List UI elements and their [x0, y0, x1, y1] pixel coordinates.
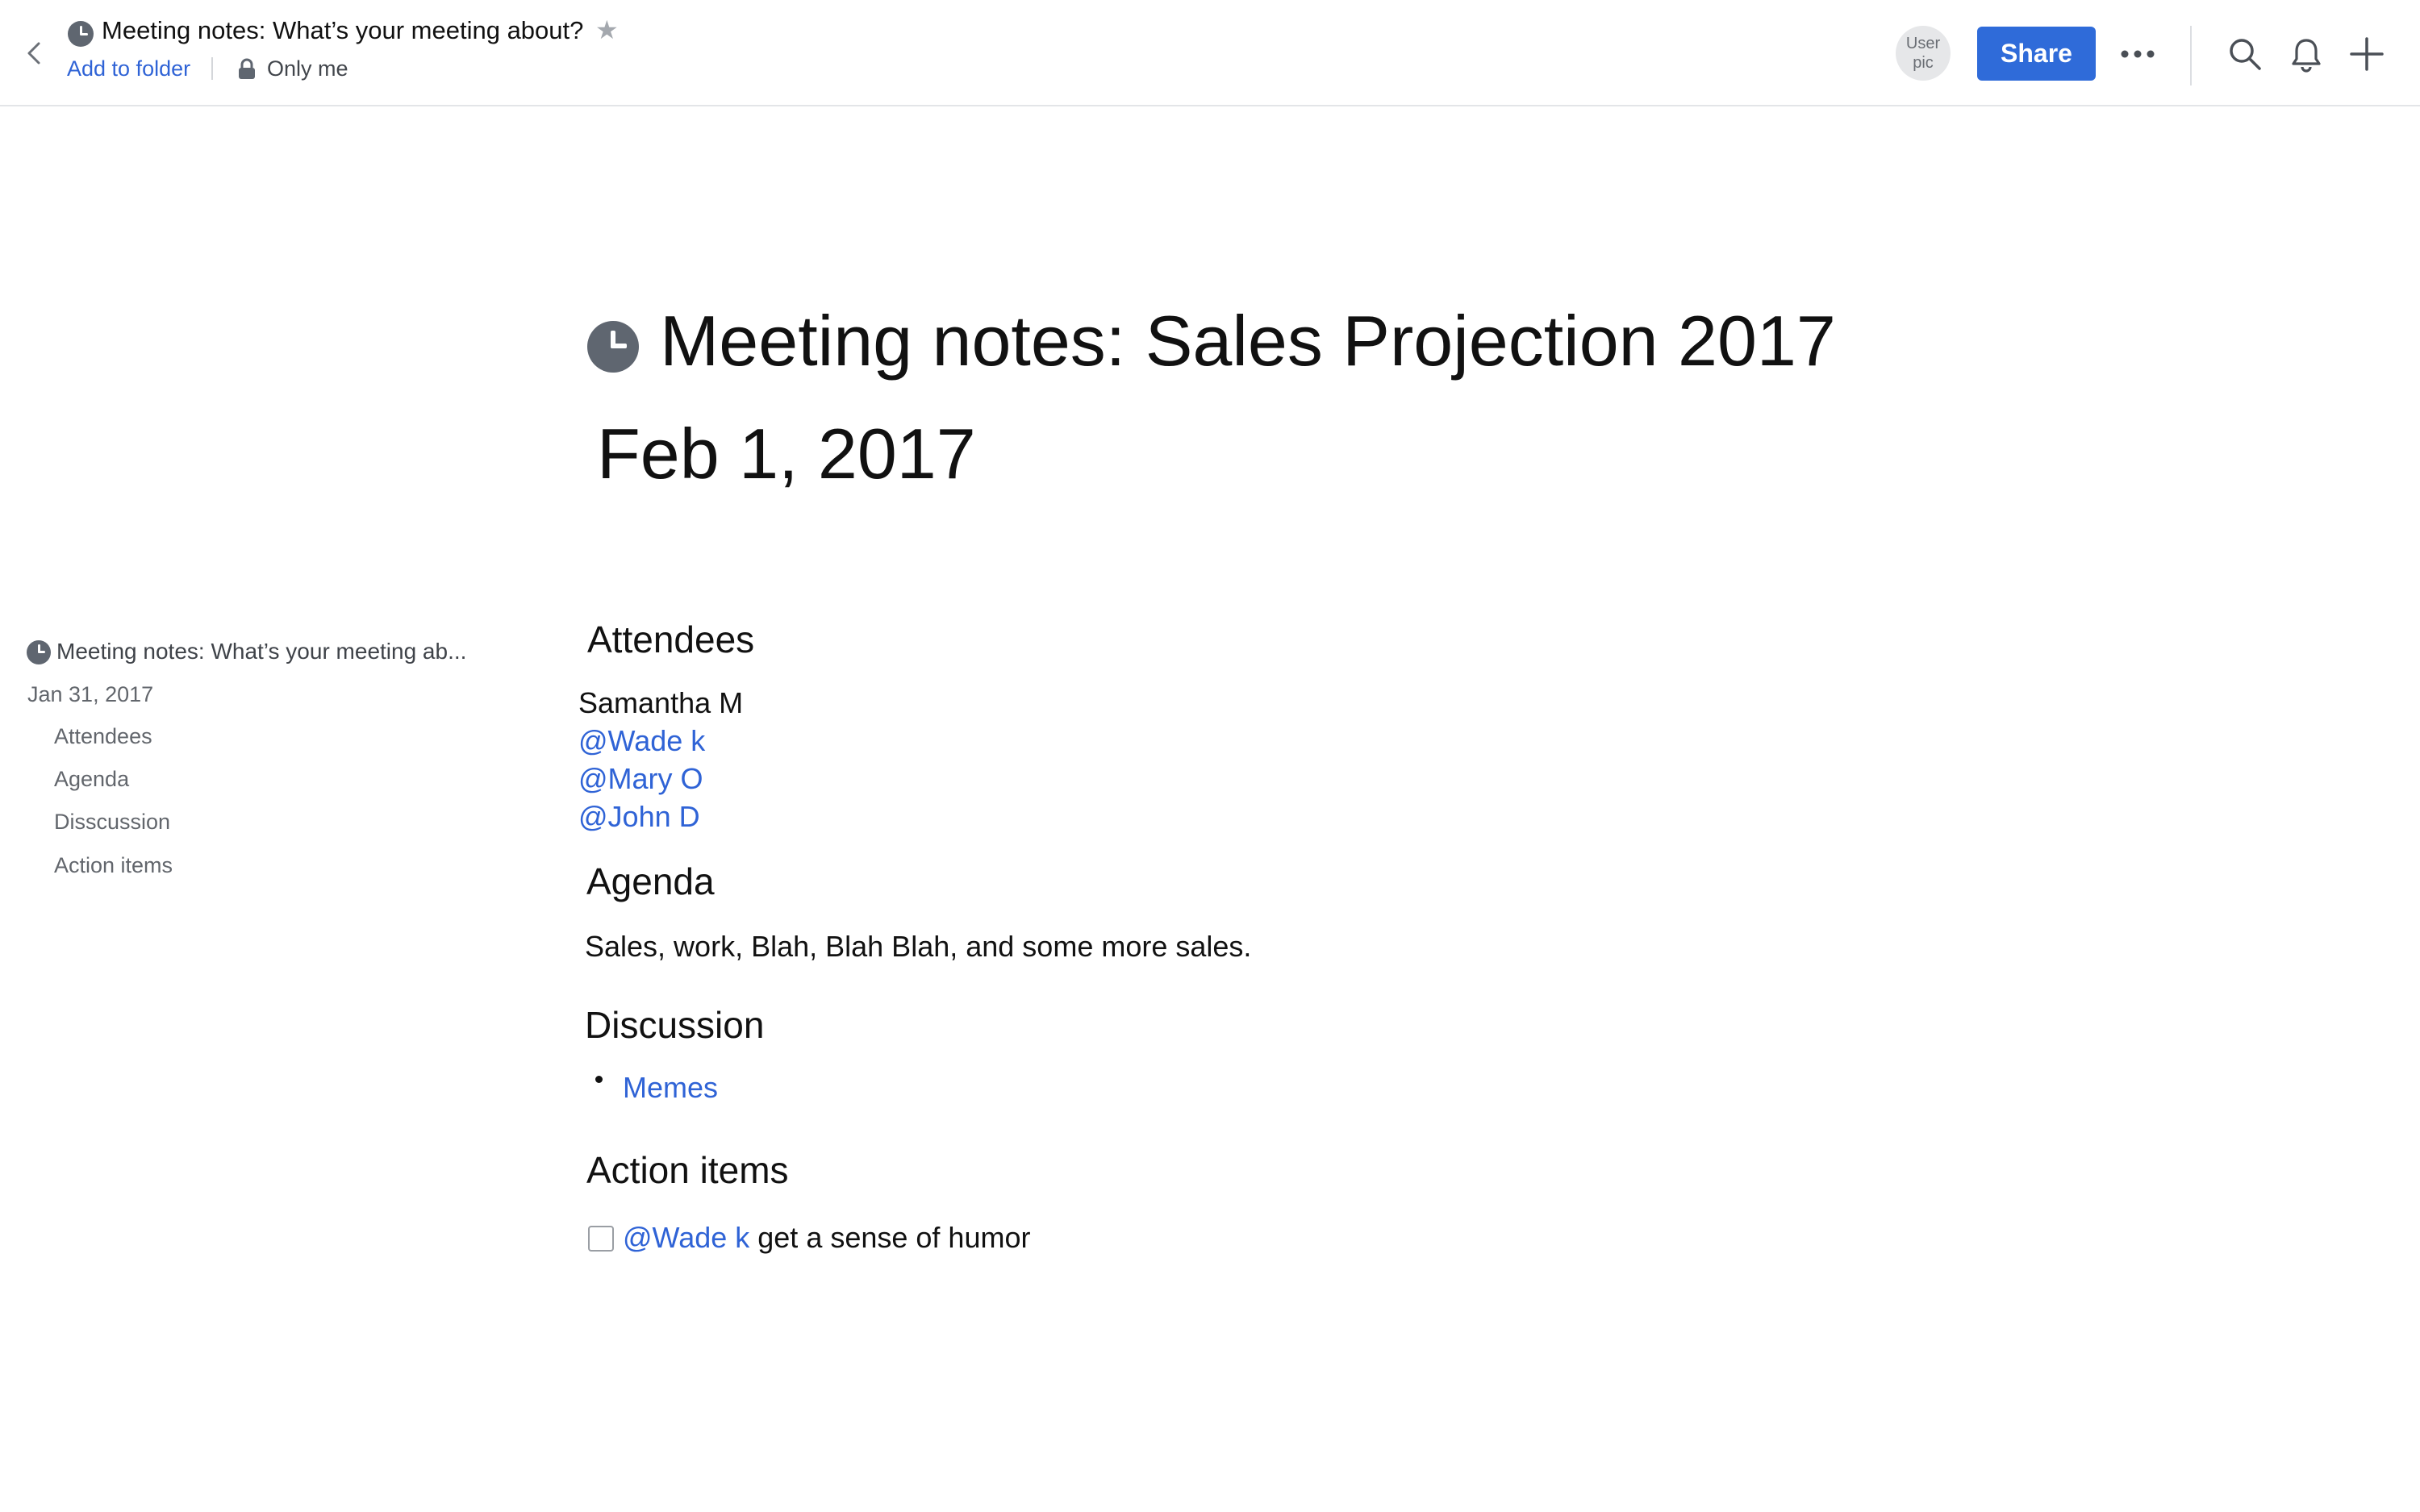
- bullet-marker: [595, 1076, 603, 1083]
- toc-page-title[interactable]: Meeting notes: What’s your meeting ab...: [56, 639, 466, 664]
- attendee-name: Samantha M: [578, 686, 744, 719]
- back-chevron-icon[interactable]: [19, 35, 48, 71]
- toc-item-attendees[interactable]: Attendees: [54, 724, 152, 749]
- toolbar-divider: [2190, 26, 2192, 85]
- attendee-mention[interactable]: @Mary O: [578, 762, 703, 796]
- more-icon[interactable]: [2117, 40, 2159, 68]
- bell-icon[interactable]: [2289, 36, 2323, 73]
- lock-icon: [239, 58, 255, 79]
- attendee-mention[interactable]: @Wade k: [578, 724, 705, 758]
- top-bar: Meeting notes: What’s your meeting about…: [0, 0, 2420, 106]
- share-button[interactable]: Share: [1977, 27, 2096, 81]
- action-item-text: get a sense of humor: [749, 1221, 1031, 1254]
- document-date[interactable]: Feb 1, 2017: [597, 413, 976, 495]
- search-icon[interactable]: [2227, 36, 2263, 72]
- discussion-item-link[interactable]: Memes: [623, 1071, 718, 1105]
- action-items-heading: Action items: [586, 1149, 789, 1191]
- divider: [211, 57, 213, 80]
- plus-icon[interactable]: [2349, 36, 2385, 72]
- page-title[interactable]: Meeting notes: What’s your meeting about…: [102, 16, 583, 45]
- visibility-label[interactable]: Only me: [267, 56, 348, 81]
- avatar-text-line2: pic: [1913, 54, 1934, 72]
- toc-item-action-items[interactable]: Action items: [54, 853, 173, 878]
- document-title[interactable]: Meeting notes: Sales Projection 2017: [660, 300, 1836, 382]
- attendees-heading: Attendees: [587, 619, 755, 660]
- toc-date: Jan 31, 2017: [27, 682, 154, 706]
- action-item-mention[interactable]: @Wade k: [623, 1221, 749, 1254]
- action-item-checkbox[interactable]: [588, 1226, 614, 1252]
- discussion-heading: Discussion: [585, 1004, 765, 1046]
- agenda-text: Sales, work, Blah, Blah Blah, and some m…: [585, 930, 1252, 963]
- add-to-folder-link[interactable]: Add to folder: [67, 56, 190, 81]
- agenda-heading: Agenda: [586, 860, 715, 902]
- clock-icon: [68, 21, 94, 47]
- avatar[interactable]: User pic: [1896, 26, 1951, 81]
- clock-icon: [587, 321, 639, 373]
- toc-item-discussion[interactable]: Disscussion: [54, 810, 170, 835]
- action-item: @Wade k get a sense of humor: [623, 1221, 1030, 1255]
- toc-item-agenda[interactable]: Agenda: [54, 767, 129, 792]
- attendee-mention[interactable]: @John D: [578, 800, 700, 834]
- avatar-text-line1: User: [1905, 35, 1941, 52]
- star-icon[interactable]: ★: [595, 15, 619, 45]
- clock-icon: [27, 640, 51, 664]
